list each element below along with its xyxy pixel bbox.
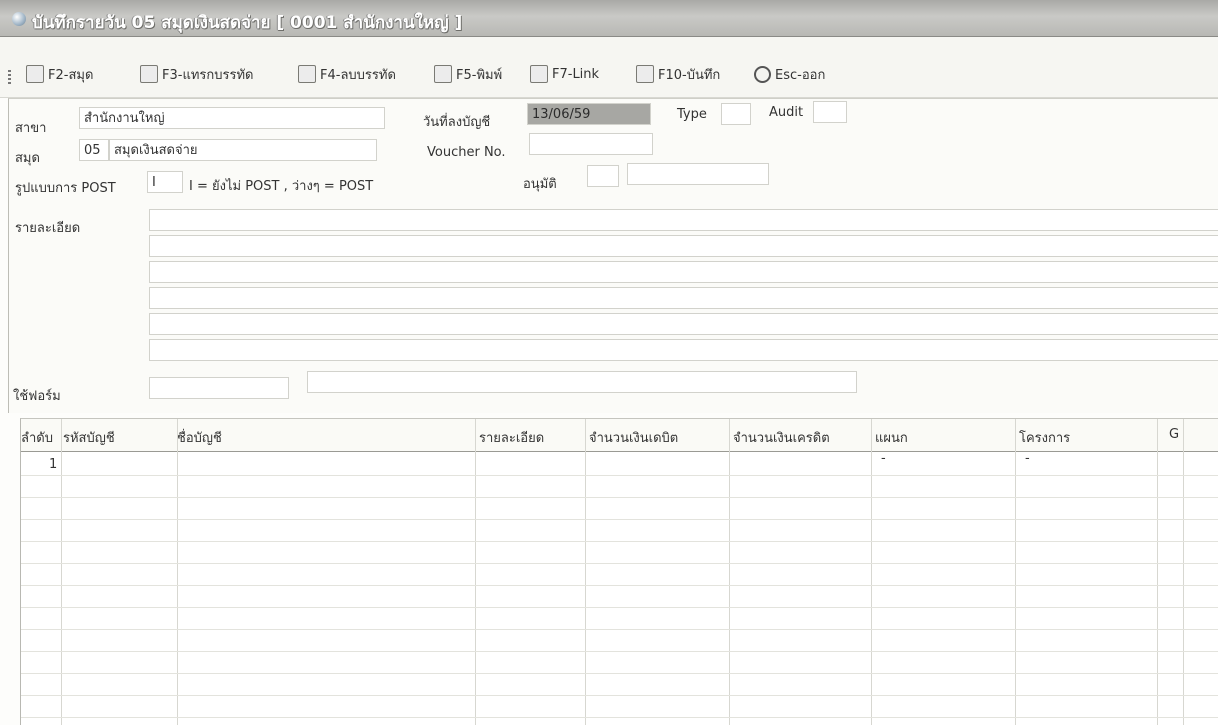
book-button[interactable]: F2-สมุด xyxy=(26,63,93,85)
audit-label: Audit xyxy=(769,105,804,120)
col-divider xyxy=(61,419,62,725)
date-label: วันที่ลงบัญชี xyxy=(423,115,491,130)
window-titlebar: บันทึกรายวัน 05 สมุดเงินสดจ่าย [ 0001 สำ… xyxy=(0,0,1218,37)
power-icon xyxy=(754,65,771,83)
col-debit-header[interactable]: จำนวนเงินเดบิต xyxy=(589,427,678,448)
row-line xyxy=(21,651,1218,652)
col-account-name-header[interactable]: ชื่อบัญชี xyxy=(177,427,222,448)
col-divider xyxy=(871,419,872,725)
row-line xyxy=(21,607,1218,608)
save-button[interactable]: F10-บันทึก xyxy=(636,63,720,85)
approve-code-field[interactable] xyxy=(587,165,619,187)
insert-row-button[interactable]: F3-แทรกบรรทัด xyxy=(140,63,253,85)
branch-field[interactable]: สำนักงานใหญ่ xyxy=(79,107,385,129)
detail-line-5[interactable] xyxy=(149,313,1218,335)
book-name-field[interactable]: สมุดเงินสดจ่าย xyxy=(109,139,377,161)
link-button[interactable]: F7-Link xyxy=(530,63,599,85)
book-code-field[interactable]: 05 xyxy=(79,139,109,161)
col-divider xyxy=(475,419,476,725)
branch-label: สาขา xyxy=(15,121,47,136)
col-credit-header[interactable]: จำนวนเงินเครดิต xyxy=(733,427,830,448)
insert-row-icon xyxy=(140,65,158,83)
save-icon xyxy=(636,65,654,83)
printer-icon xyxy=(434,65,452,83)
audit-field[interactable] xyxy=(813,101,847,123)
col-seq-header[interactable]: ลำดับ xyxy=(21,427,53,448)
post-field[interactable]: I xyxy=(147,171,183,193)
row-line xyxy=(21,585,1218,586)
approve-name-field[interactable] xyxy=(627,163,769,185)
col-detail-header[interactable]: รายละเอียด xyxy=(479,427,544,448)
col-divider xyxy=(1183,419,1184,725)
row-seq-cell: 1 xyxy=(49,457,58,472)
detail-line-6[interactable] xyxy=(149,339,1218,361)
posting-date-field[interactable]: 13/06/59 xyxy=(527,103,651,125)
header-form: สาขา สำนักงานใหญ่ สมุด 05 สมุดเงินสดจ่าย… xyxy=(8,98,1218,413)
row-line xyxy=(21,475,1218,476)
detail-line-1[interactable] xyxy=(149,209,1218,231)
row-line xyxy=(21,673,1218,674)
delete-row-button[interactable]: F4-ลบบรรทัด xyxy=(298,63,396,85)
grid-header: ลำดับ รหัสบัญชี ชื่อบัญชี รายละเอียด จำน… xyxy=(21,419,1218,452)
row-line xyxy=(21,519,1218,520)
row-line xyxy=(21,541,1218,542)
book-label: สมุด xyxy=(15,151,40,166)
row-line xyxy=(21,695,1218,696)
delete-row-icon xyxy=(298,65,316,83)
type-field[interactable] xyxy=(721,103,751,125)
window-title: บันทึกรายวัน 05 สมุดเงินสดจ่าย [ 0001 สำ… xyxy=(32,13,463,33)
journal-grid: ลำดับ รหัสบัญชี ชื่อบัญชี รายละเอียด จำน… xyxy=(20,418,1218,725)
row-project-cell: - xyxy=(1025,451,1030,466)
exit-button[interactable]: Esc-ออก xyxy=(754,63,825,85)
app-icon xyxy=(12,12,26,26)
form-template-label: ใช้ฟอร์ม xyxy=(13,389,61,404)
row-line xyxy=(21,563,1218,564)
post-hint: I = ยังไม่ POST , ว่างๆ = POST xyxy=(189,179,374,194)
col-divider xyxy=(1157,419,1158,725)
form-template-name-field[interactable] xyxy=(307,371,857,393)
detail-line-3[interactable] xyxy=(149,261,1218,283)
toolbar-grip[interactable] xyxy=(8,70,11,86)
col-g-header[interactable]: G xyxy=(1169,427,1179,442)
detail-label: รายละเอียด xyxy=(15,221,81,236)
type-label: Type xyxy=(677,107,707,122)
voucher-label: Voucher No. xyxy=(427,145,506,160)
col-divider xyxy=(177,419,178,725)
col-divider xyxy=(1015,419,1016,725)
detail-line-2[interactable] xyxy=(149,235,1218,257)
col-account-code-header[interactable]: รหัสบัญชี xyxy=(63,427,115,448)
row-dept-cell: - xyxy=(881,451,886,466)
post-label: รูปแบบการ POST xyxy=(15,181,116,196)
col-divider xyxy=(585,419,586,725)
voucher-field[interactable] xyxy=(529,133,653,155)
row-line xyxy=(21,717,1218,718)
book-icon xyxy=(26,65,44,83)
detail-line-4[interactable] xyxy=(149,287,1218,309)
print-button[interactable]: F5-พิมพ์ xyxy=(434,63,502,85)
col-divider xyxy=(729,419,730,725)
link-icon xyxy=(530,65,548,83)
row-line xyxy=(21,629,1218,630)
approve-label: อนุมัติ xyxy=(523,177,557,192)
col-dept-header[interactable]: แผนก xyxy=(875,427,908,448)
col-project-header[interactable]: โครงการ xyxy=(1019,427,1070,448)
form-template-code-field[interactable] xyxy=(149,377,289,399)
row-line xyxy=(21,497,1218,498)
